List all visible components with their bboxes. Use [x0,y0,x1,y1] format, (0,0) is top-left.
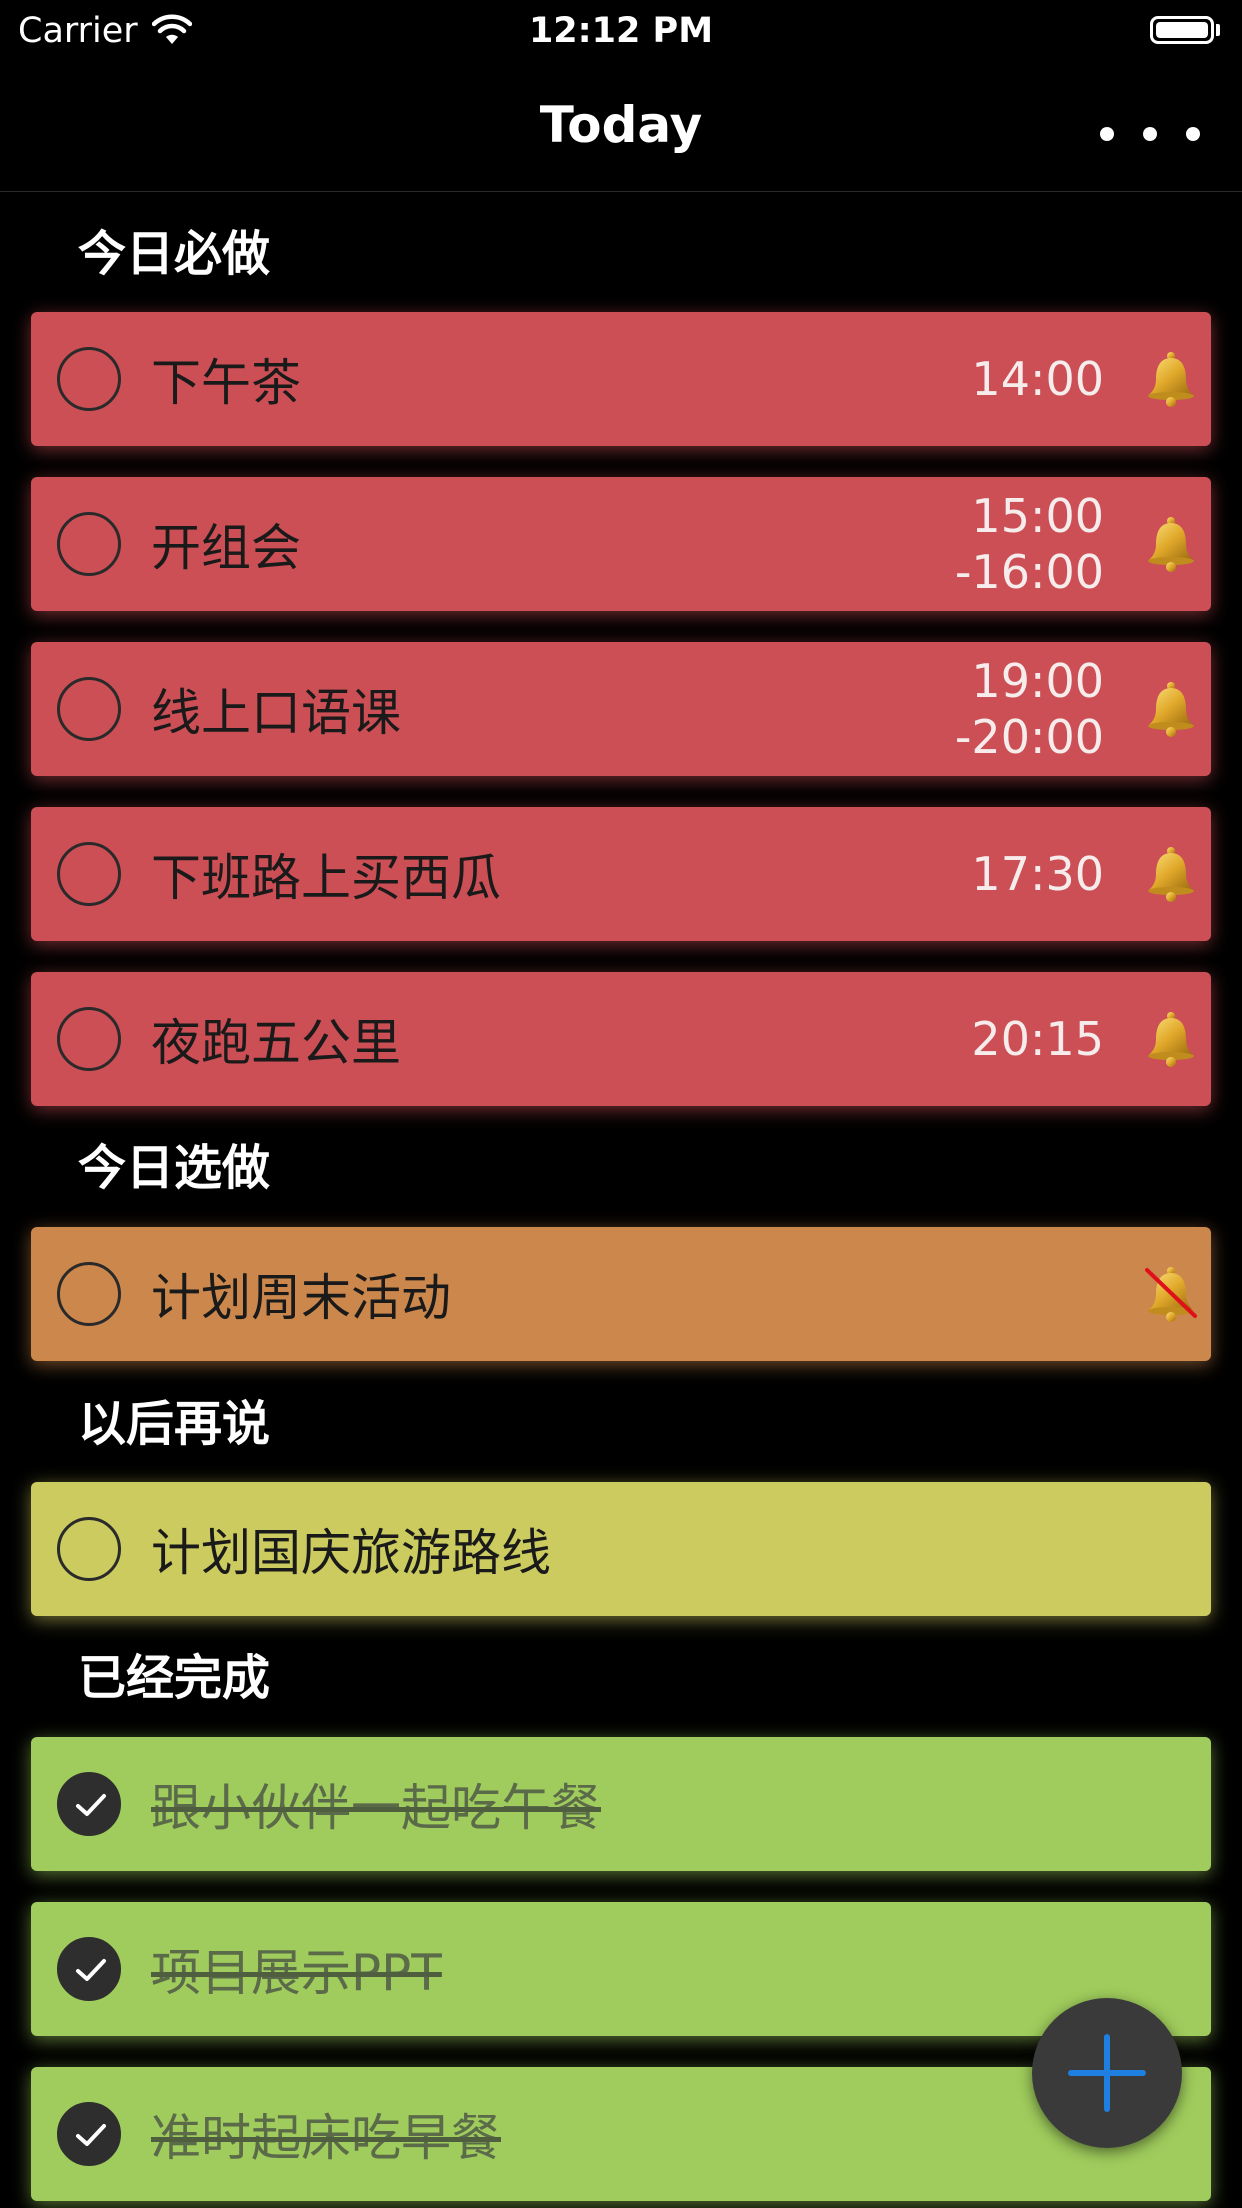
task-title: 开组会 [151,519,301,577]
task-checkbox[interactable] [57,1262,121,1326]
task-time: 14:00 [971,352,1104,406]
add-task-button[interactable] [1032,1998,1182,2148]
checkmark-icon [76,2124,106,2146]
task-title: 线上口语课 [151,684,401,742]
task-checkbox[interactable] [57,1517,121,1581]
task-card[interactable]: 下班路上买西瓜 17:30 [31,807,1211,941]
task-title: 下班路上买西瓜 [151,849,501,907]
task-card[interactable]: 项目展示PPT [31,1902,1211,2036]
task-checkbox-checked[interactable] [57,1937,121,2001]
task-card[interactable]: 开组会 15:00 -16:00 [31,477,1211,611]
navigation-bar: Today [0,62,1242,192]
task-time: 15:00 -16:00 [954,489,1104,599]
task-checkbox[interactable] [57,677,121,741]
task-title: 计划周末活动 [151,1269,451,1327]
plus-icon [1068,2034,1146,2112]
status-time: 12:12 PM [528,11,714,51]
checkmark-icon [76,1794,106,1816]
task-checkbox[interactable] [57,347,121,411]
section-header-later: 以后再说 [78,1396,271,1452]
task-card[interactable]: 夜跑五公里 20:15 [31,972,1211,1106]
task-checkbox-checked[interactable] [57,2102,121,2166]
task-title: 跟小伙伴一起吃午餐 [151,1779,601,1837]
task-checkbox[interactable] [57,842,121,906]
task-time: 17:30 [971,847,1104,901]
section-header-completed: 已经完成 [78,1650,271,1706]
task-checkbox-checked[interactable] [57,1772,121,1836]
task-time: 19:00 -20:00 [954,654,1104,764]
more-dot-icon [1186,127,1200,141]
more-options-button[interactable] [1100,114,1200,154]
bell-icon[interactable] [1141,679,1201,739]
more-dot-icon [1143,127,1157,141]
bell-icon[interactable] [1141,1009,1201,1069]
checkmark-icon [76,1959,106,1981]
bell-icon[interactable] [1141,349,1201,409]
task-card[interactable]: 下午茶 14:00 [31,312,1211,446]
bell-off-icon[interactable] [1141,1264,1201,1324]
more-dot-icon [1100,127,1114,141]
task-title: 项目展示PPT [151,1944,442,2002]
battery-nub [1216,24,1220,36]
task-title: 准时起床吃早餐 [151,2109,501,2167]
section-header-must-do: 今日必做 [78,226,271,282]
task-card[interactable]: 计划周末活动 [31,1227,1211,1361]
page-title: Today [539,96,703,154]
task-title: 夜跑五公里 [151,1014,401,1072]
status-bar: Carrier 12:12 PM [0,0,1242,62]
section-header-optional: 今日选做 [78,1140,271,1196]
bell-icon[interactable] [1141,844,1201,904]
task-title: 下午茶 [151,354,301,412]
battery-icon [1150,16,1214,44]
bell-icon[interactable] [1141,514,1201,574]
task-card[interactable]: 线上口语课 19:00 -20:00 [31,642,1211,776]
task-checkbox[interactable] [57,512,121,576]
task-card[interactable]: 计划国庆旅游路线 [31,1482,1211,1616]
today-screen: Carrier 12:12 PM Today 今日必做 下午茶 14:00 开组… [0,0,1242,2208]
task-title: 计划国庆旅游路线 [151,1524,551,1582]
task-card[interactable]: 跟小伙伴一起吃午餐 [31,1737,1211,1871]
task-time: 20:15 [971,1012,1104,1066]
task-checkbox[interactable] [57,1007,121,1071]
